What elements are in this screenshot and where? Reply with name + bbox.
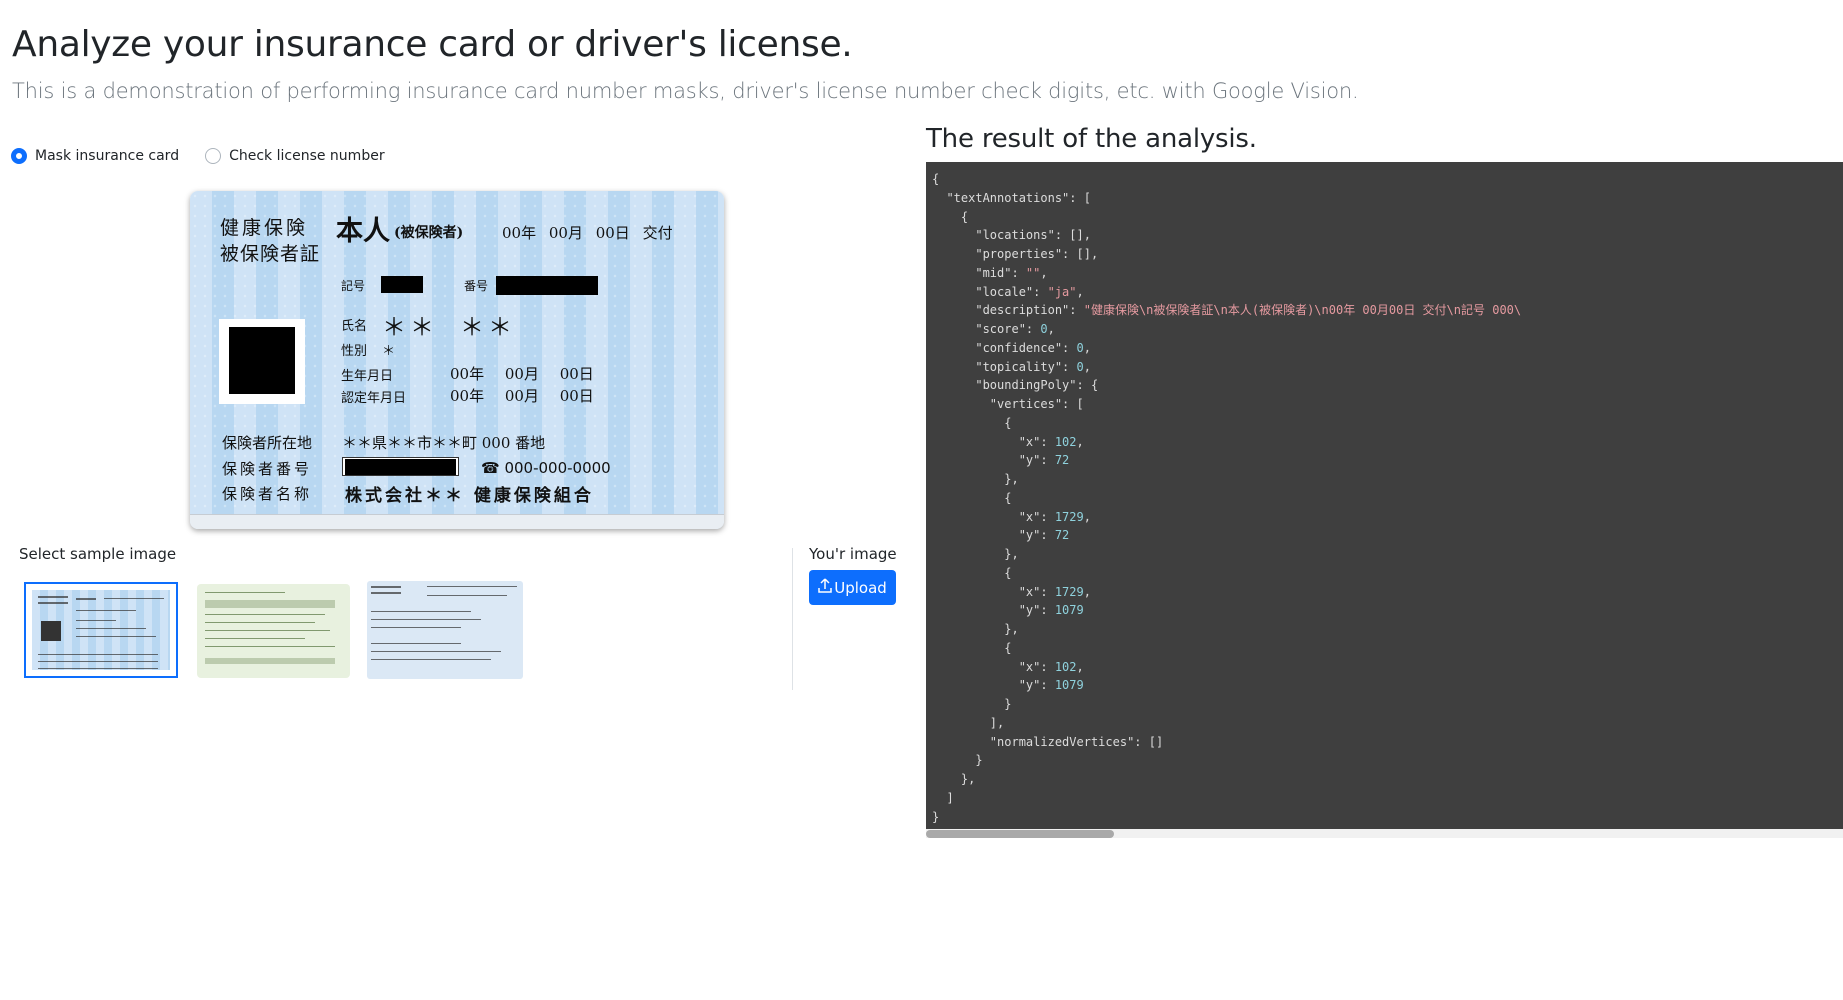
card-title-line2: 被保険者証 [220, 243, 321, 265]
card-bango-label: 番号 [464, 279, 489, 293]
page-subtitle: This is a demonstration of performing in… [12, 79, 1359, 103]
kigo-mask [381, 276, 423, 293]
sample-thumbnail-3[interactable] [367, 581, 523, 679]
card-name-value-1: ＊＊ [382, 313, 438, 341]
card-name-value-2: ＊＊ [460, 313, 516, 341]
card-cert-value: 00年 00月 00日 [450, 387, 594, 405]
result-json-panel[interactable]: { "textAnnotations": [ { "locations": []… [926, 162, 1843, 838]
json-line: "y": 72 [932, 453, 1070, 468]
mode-check-license-radio[interactable]: Check license number [205, 148, 385, 164]
json-line: } [932, 809, 940, 824]
sample-section-label: Select sample image [19, 545, 177, 563]
card-sex-value: ＊ [382, 344, 396, 359]
json-line: }, [932, 772, 976, 786]
json-line: { [932, 640, 1012, 655]
json-line: "y": 72 [932, 528, 1070, 543]
json-line: }, [932, 547, 1019, 561]
sample-thumbnail-image [367, 581, 523, 679]
upload-icon [818, 578, 832, 597]
json-line: "confidence": 0, [932, 340, 1091, 355]
json-line: "x": 1729, [932, 584, 1091, 599]
page-title: Analyze your insurance card or driver's … [12, 24, 853, 65]
card-birth-value: 00年 00月 00日 [450, 365, 594, 383]
json-line: "x": 1729, [932, 509, 1091, 524]
card-name-label: 氏名 [341, 319, 368, 334]
json-line: { [932, 415, 1012, 430]
json-line: { [932, 209, 969, 224]
upload-button[interactable]: Upload [809, 570, 896, 605]
json-line: "locations": [], [932, 228, 1091, 243]
json-line: "mid": "", [932, 265, 1048, 280]
json-line: "normalizedVertices": [] [932, 734, 1164, 749]
upload-button-label: Upload [834, 578, 887, 597]
json-line: "locale": "ja", [932, 284, 1084, 299]
card-address-label: 保険者所在地 [222, 434, 313, 452]
card-phone: ☎ 000-000-0000 [481, 459, 611, 477]
json-line: "topicality": 0, [932, 359, 1091, 374]
mode-check-license-label: Check license number [229, 148, 385, 164]
json-line: "properties": [], [932, 247, 1099, 261]
json-line: }, [932, 622, 1019, 636]
json-line: "x": 102, [932, 434, 1084, 449]
radio-unchecked-icon[interactable] [205, 148, 222, 164]
card-title-line1: 健康保険 [220, 217, 309, 239]
json-line: "y": 1079 [932, 678, 1084, 693]
card-insurer-number-label: 保険者番号 [222, 460, 313, 478]
card-hihokensha: (被保険者) [394, 225, 464, 241]
card-birth-label: 生年月日 [341, 369, 394, 384]
card-insurer-name-value: 株式会社＊＊ 健康保険組合 [345, 486, 594, 506]
json-line: "score": 0, [932, 322, 1055, 336]
card-insurer-name-label: 保険者名称 [222, 485, 313, 503]
result-json-code: { "textAnnotations": [ { "locations": []… [932, 170, 1521, 826]
upload-section-label: You'r image [809, 545, 897, 563]
radio-checked-icon[interactable] [11, 148, 27, 164]
insurer-number-mask [345, 459, 456, 475]
card-honnin: 本人 [336, 216, 390, 247]
json-line: } [932, 753, 983, 768]
result-title: The result of the analysis. [926, 124, 1257, 154]
sample-thumbnail-2[interactable] [197, 584, 350, 678]
mode-mask-insurance-radio[interactable]: Mask insurance card [11, 148, 179, 164]
json-line: "vertices": [ [932, 397, 1084, 411]
insurance-card-image: 健康保険 被保険者証 本人 (被保険者) 00年 00月 00日 交付 記号 番… [190, 191, 724, 529]
mode-mask-insurance-label: Mask insurance card [35, 148, 180, 164]
bango-mask [496, 276, 598, 295]
sample-thumbnail-image [32, 590, 170, 670]
card-sex-label: 性別 [341, 344, 368, 359]
json-line: }, [932, 472, 1019, 486]
json-line: { [932, 565, 1012, 580]
json-line: "x": 102, [932, 659, 1084, 674]
json-line: "boundingPoly": { [932, 378, 1099, 393]
sample-thumbnail-1[interactable] [24, 582, 178, 678]
json-line: { [932, 490, 1012, 505]
card-address-value: ＊＊県＊＊市＊＊町 000 番地 [342, 434, 546, 452]
sample-thumbnail-image [197, 584, 350, 678]
json-line: ] [932, 790, 954, 805]
json-line: ], [932, 715, 1005, 730]
card-cert-label: 認定年月日 [341, 391, 407, 406]
json-line: "description": "健康保険\n被保険者証\n本人(被保険者)\n0… [932, 303, 1522, 318]
json-line: { [932, 172, 940, 186]
section-divider [792, 548, 793, 690]
horizontal-scrollbar-thumb[interactable] [926, 830, 1114, 838]
card-issue-date: 00年 00月 00日 交付 [502, 224, 673, 242]
qr-code-mask [229, 327, 295, 394]
card-kigo-label: 記号 [341, 279, 366, 293]
mode-radio-group: Mask insurance card Check license number [11, 148, 385, 164]
json-line: } [932, 697, 1012, 711]
json-line: "textAnnotations": [ [932, 190, 1091, 205]
json-line: "y": 1079 [932, 603, 1084, 618]
